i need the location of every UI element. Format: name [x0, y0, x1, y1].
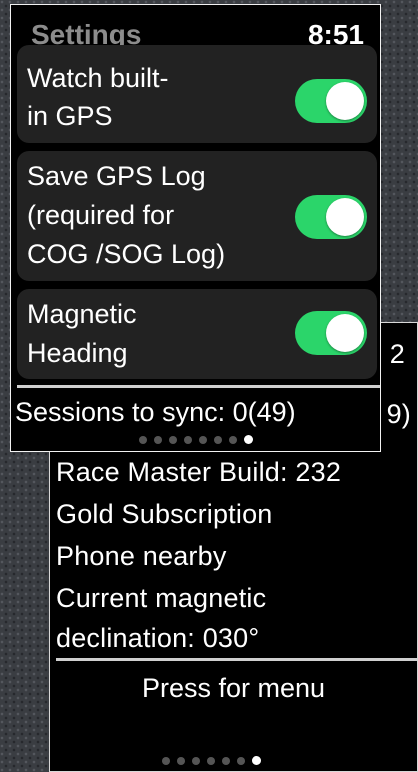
phone-status: Phone nearby [56, 541, 227, 571]
page-indicator [162, 756, 261, 765]
page-dot [199, 435, 207, 444]
page-dot [184, 435, 192, 444]
setting-row-magnetic-heading[interactable]: Magnetic Heading [17, 289, 377, 379]
page-dot-active [244, 435, 253, 444]
setting-label-line: Heading [27, 338, 128, 368]
info-divider [56, 658, 417, 661]
settings-screen: Settings 8:51 Watch built- in GPS Save G… [10, 4, 381, 452]
gps-toggle[interactable] [295, 79, 367, 123]
declination-value: declination: 030° [56, 623, 260, 653]
toggle-knob [326, 82, 364, 120]
page-dot [177, 756, 185, 765]
magnetic-heading-toggle[interactable] [295, 311, 367, 355]
save-gps-log-toggle[interactable] [295, 195, 367, 239]
toggle-knob [326, 198, 364, 236]
setting-label-line: Watch built- [27, 63, 169, 93]
page-dot [229, 435, 237, 444]
page-dot [237, 756, 245, 765]
page-dot [154, 435, 162, 444]
page-dot-active [252, 756, 261, 765]
toggle-knob [326, 314, 364, 352]
page-dot [222, 756, 230, 765]
subscription-info: Gold Subscription [56, 499, 273, 529]
page-indicator [139, 435, 253, 444]
page-dot [162, 756, 170, 765]
setting-row-save-gps-log[interactable]: Save GPS Log (required for COG /SOG Log) [17, 151, 377, 281]
page-dot [214, 435, 222, 444]
build-info: Race Master Build: 232 [56, 457, 342, 487]
info-partial-sync: 9) [386, 399, 411, 429]
setting-row-built-in-gps[interactable]: Watch built- in GPS [17, 45, 377, 143]
setting-label-line: (required for [27, 200, 175, 230]
setting-label-line: Magnetic [27, 299, 137, 329]
page-dot [139, 435, 147, 444]
page-dot [207, 756, 215, 765]
setting-label-line: in GPS [27, 101, 113, 131]
setting-label-line: Save GPS Log [27, 161, 206, 191]
page-dot [169, 435, 177, 444]
sessions-to-sync: Sessions to sync: 0(49) [15, 397, 296, 427]
setting-label-line: COG /SOG Log) [27, 239, 226, 269]
press-for-menu-button[interactable]: Press for menu [50, 673, 417, 704]
declination-label: Current magnetic [56, 583, 267, 613]
info-partial-top: 2 [389, 339, 405, 369]
settings-divider [17, 385, 380, 388]
page-dot [192, 756, 200, 765]
